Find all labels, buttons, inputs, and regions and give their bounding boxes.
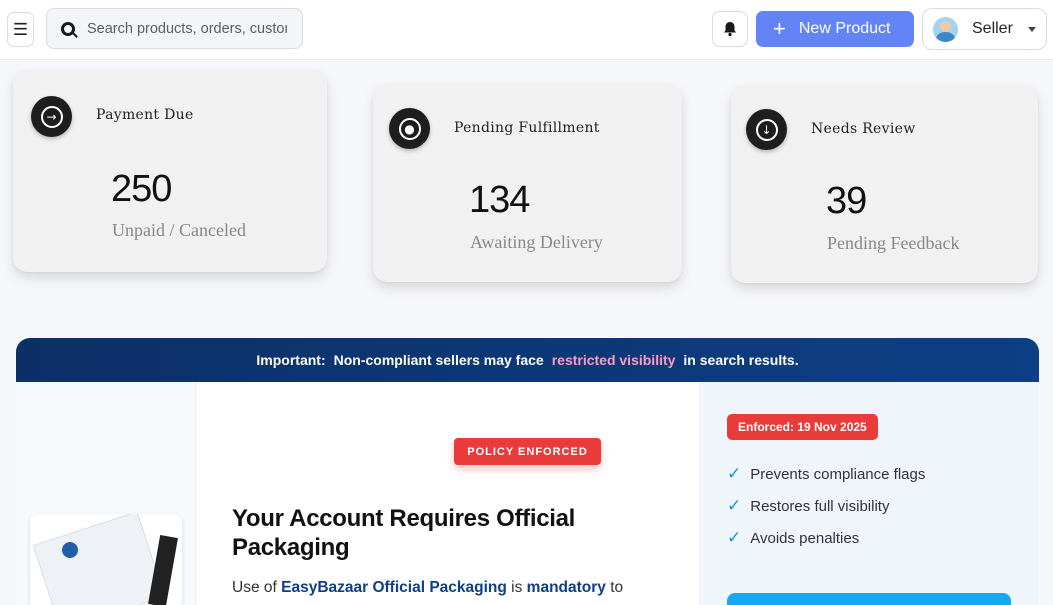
plus-icon: + bbox=[773, 16, 786, 41]
stat-card-needs-review[interactable]: ↓ Needs Review 39 Pending Feedback bbox=[731, 85, 1038, 283]
check-item: ✓ Restores full visibility bbox=[727, 496, 889, 516]
arrow-down-circle-icon: ↓ bbox=[746, 109, 787, 150]
card-subtitle: Awaiting Delivery bbox=[470, 232, 603, 252]
check-label: Restores full visibility bbox=[750, 497, 890, 515]
notifications-button[interactable] bbox=[712, 11, 748, 47]
new-product-label: New Product bbox=[798, 20, 891, 37]
check-item: ✓ Prevents compliance flags bbox=[727, 464, 925, 484]
card-title: Pending Fulfillment bbox=[454, 120, 600, 136]
brand-logo-icon bbox=[62, 542, 78, 558]
card-value: 134 bbox=[469, 179, 530, 221]
hamburger-menu-button[interactable]: ☰ bbox=[7, 12, 34, 47]
check-icon: ✓ bbox=[727, 496, 742, 516]
body-emphasis: mandatory bbox=[526, 579, 606, 596]
policy-enforced-badge: POLICY ENFORCED bbox=[454, 438, 601, 465]
packaging-image bbox=[30, 514, 182, 605]
menu-icon: ☰ bbox=[12, 19, 29, 39]
check-icon: ✓ bbox=[727, 528, 742, 548]
card-title: Needs Review bbox=[811, 121, 916, 137]
chevron-down-icon bbox=[1028, 27, 1036, 32]
check-item: ✓ Avoids penalties bbox=[727, 528, 859, 548]
search-icon bbox=[61, 21, 75, 36]
avatar bbox=[933, 16, 958, 42]
stat-card-pending-fulfillment[interactable]: ● Pending Fulfillment 134 Awaiting Deliv… bbox=[373, 84, 682, 282]
packaging-image-column bbox=[16, 382, 196, 605]
notice-body: Use of EasyBazaar Official Packaging is … bbox=[232, 579, 672, 597]
banner-text-after: in search results. bbox=[683, 352, 799, 368]
card-value: 39 bbox=[826, 180, 867, 222]
user-circle-icon: ● bbox=[389, 108, 430, 149]
banner-label: Important: bbox=[256, 352, 326, 368]
notice-headline: Your Account Requires Official Packaging bbox=[232, 505, 576, 561]
check-label: Avoids penalties bbox=[750, 529, 860, 547]
card-subtitle: Pending Feedback bbox=[827, 233, 960, 253]
benefits-column: Enforced: 19 Nov 2025 ✓ Prevents complia… bbox=[699, 382, 1039, 605]
banner-text-before: Non-compliant sellers may face bbox=[333, 352, 544, 368]
top-bar: ☰ + New Product Seller bbox=[0, 0, 1053, 60]
notice-content: POLICY ENFORCED Your Account Requires Of… bbox=[196, 382, 699, 605]
check-label: Prevents compliance flags bbox=[750, 465, 926, 483]
enforced-date-badge: Enforced: 19 Nov 2025 bbox=[727, 414, 878, 440]
new-product-button[interactable]: + New Product bbox=[756, 11, 914, 47]
body-brand: EasyBazaar Official Packaging bbox=[281, 579, 507, 596]
user-menu[interactable]: Seller bbox=[922, 8, 1047, 50]
search-box[interactable] bbox=[46, 8, 303, 49]
bell-icon bbox=[724, 22, 736, 37]
search-input[interactable] bbox=[87, 20, 287, 37]
policy-notice-panel: Important: Non-compliant sellers may fac… bbox=[16, 338, 1039, 605]
body-prefix: Use of bbox=[232, 579, 277, 596]
important-banner: Important: Non-compliant sellers may fac… bbox=[16, 338, 1039, 382]
arrow-right-circle-icon: → bbox=[31, 96, 72, 137]
banner-highlight: restricted visibility bbox=[551, 352, 676, 368]
cta-button[interactable] bbox=[727, 593, 1011, 605]
card-title: Payment Due bbox=[96, 107, 194, 123]
check-icon: ✓ bbox=[727, 464, 742, 484]
body-suffix: to bbox=[610, 579, 624, 596]
body-mid: is bbox=[511, 579, 523, 596]
user-name: Seller bbox=[972, 20, 1013, 37]
stat-card-payment-due[interactable]: → Payment Due 250 Unpaid / Canceled bbox=[13, 70, 327, 272]
card-subtitle: Unpaid / Canceled bbox=[112, 220, 246, 240]
card-value: 250 bbox=[111, 168, 172, 210]
